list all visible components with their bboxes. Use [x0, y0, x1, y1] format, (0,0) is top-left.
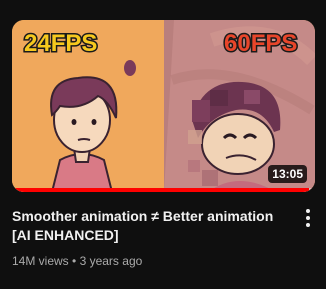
watch-progress-fill — [12, 188, 309, 192]
duration-badge: 13:05 — [268, 165, 307, 183]
video-metadata: 14M views • 3 years ago — [12, 253, 142, 269]
left-hair-strand — [124, 60, 136, 76]
right-fps-label: 60FPS — [224, 30, 297, 57]
upload-age: 3 years ago — [79, 254, 143, 268]
video-title[interactable]: Smoother animation ≠ Better animation [A… — [12, 207, 282, 245]
menu-dot — [306, 223, 310, 227]
watch-progress-bar — [12, 188, 315, 192]
video-thumbnail[interactable]: 24FPS 60FPS 13:05 — [12, 20, 315, 192]
more-vert-icon[interactable] — [298, 206, 318, 230]
menu-dot — [306, 209, 310, 213]
video-card[interactable]: 24FPS 60FPS 13:05 Smoother animation ≠ B… — [0, 0, 326, 289]
view-count: 14M views — [12, 254, 69, 268]
left-character — [50, 76, 118, 192]
menu-dot — [306, 216, 310, 220]
meta-separator: • — [72, 254, 77, 268]
left-fps-label: 24FPS — [24, 30, 97, 57]
